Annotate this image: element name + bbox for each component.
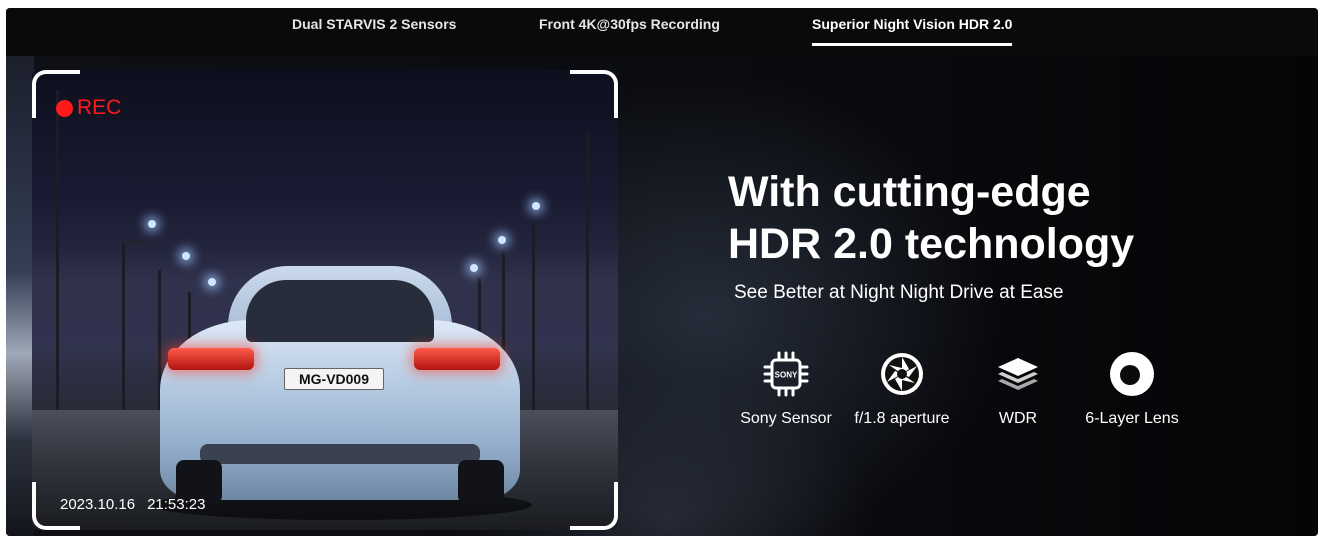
street-light-pole [56, 90, 59, 410]
recording-timestamp: 2023.10.16 21:53:23 [60, 496, 205, 513]
record-dot-icon [56, 99, 73, 117]
rec-indicator: REC [56, 96, 121, 120]
tab-night-vision-hdr[interactable]: Superior Night Vision HDR 2.0 [812, 16, 1013, 46]
right-wheel [458, 460, 504, 504]
right-taillight [414, 348, 500, 370]
feature-6-layer-lens: 6-Layer Lens [1072, 350, 1192, 428]
car-rear-window [246, 280, 434, 342]
chip-brand-text: SONY [775, 371, 798, 380]
street-light-pole [122, 240, 125, 420]
street-light-glow [208, 278, 216, 286]
hero-subline: See Better at Night Night Drive at Ease [734, 282, 1064, 303]
dashcam-preview-image: MG-VD009 [32, 70, 618, 530]
hero-headline: With cutting-edge HDR 2.0 technology [728, 166, 1134, 270]
tab-dual-starvis[interactable]: Dual STARVIS 2 Sensors [292, 16, 456, 46]
license-plate: MG-VD009 [284, 368, 384, 390]
street-light-glow [148, 220, 156, 228]
feature-label: Sony Sensor [740, 410, 832, 427]
recording-time: 21:53:23 [147, 496, 206, 513]
hero-banner: Dual STARVIS 2 Sensors Front 4K@30fps Re… [6, 8, 1318, 536]
feature-sony-sensor: SONY Sony Sensor [726, 350, 846, 428]
street-light-glow [498, 236, 506, 244]
feature-wdr: WDR [958, 350, 1078, 428]
aperture-icon [881, 353, 923, 395]
feature-tab-bar: Dual STARVIS 2 Sensors Front 4K@30fps Re… [6, 8, 1318, 56]
layers-icon [998, 358, 1038, 390]
street-light-pole [586, 130, 589, 420]
headline-line-1: With cutting-edge [728, 168, 1091, 216]
previous-slide-peek [6, 56, 34, 536]
street-light-glow [532, 202, 540, 210]
feature-label: WDR [998, 410, 1038, 427]
street-light-arm [122, 240, 150, 243]
feature-aperture: f/1.8 aperture [842, 350, 962, 428]
feature-label: 6-Layer Lens [1085, 410, 1179, 427]
viewfinder-corner-top-right [570, 70, 618, 118]
street-light-glow [182, 252, 190, 260]
tab-front-4k[interactable]: Front 4K@30fps Recording [539, 16, 720, 46]
street-light-pole [532, 220, 535, 420]
viewfinder-corner-bottom-right [570, 482, 618, 530]
car-bumper [200, 444, 480, 464]
headline-line-2: HDR 2.0 technology [728, 220, 1135, 268]
feature-list: SONY Sony Sensor f/1.8 aperture WDR 6-La… [726, 350, 1196, 450]
feature-label: f/1.8 aperture [854, 410, 950, 427]
chip-icon: SONY [763, 351, 809, 397]
lens-ring-icon [1110, 352, 1154, 396]
street-light-glow [470, 264, 478, 272]
left-taillight [168, 348, 254, 370]
recording-date: 2023.10.16 [60, 496, 136, 513]
rec-label: REC [77, 96, 122, 119]
